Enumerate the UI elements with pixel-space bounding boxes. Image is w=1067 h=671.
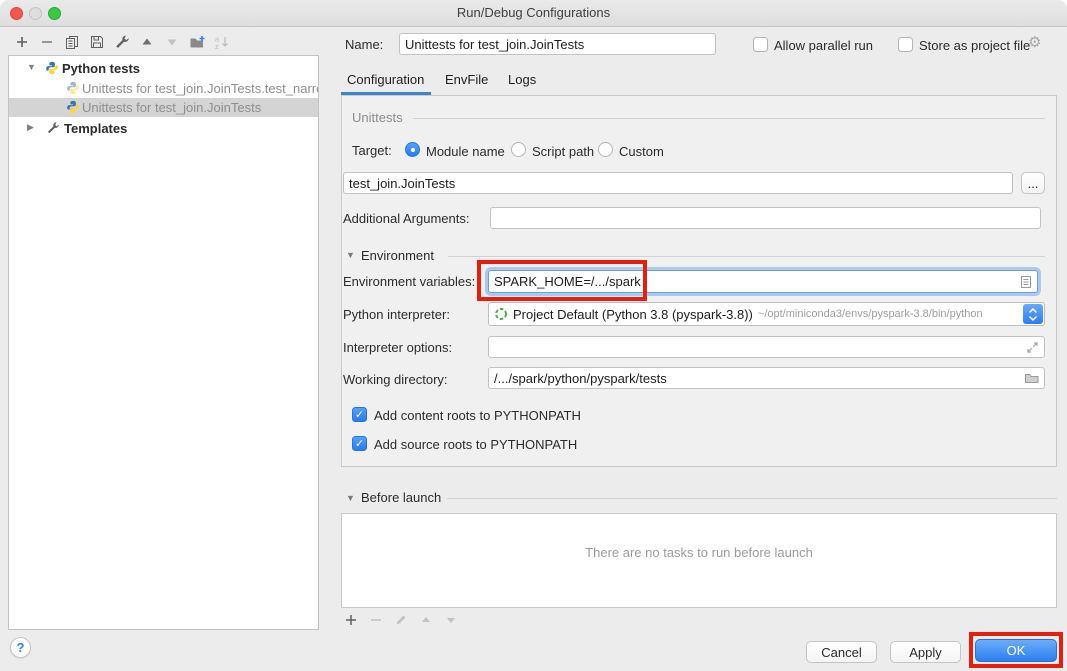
additional-arguments-label: Additional Arguments: [343,211,469,226]
edit-templates-icon[interactable] [114,34,130,50]
tree-item-templates[interactable]: ▶ Templates [9,119,318,138]
add-configuration-icon[interactable] [14,34,30,50]
working-directory-field[interactable] [488,367,1045,389]
python-interpreter-path: ~/opt/miniconda3/envs/pyspark-3.8/bin/py… [758,308,983,320]
tab-envfile[interactable]: EnvFile [445,72,488,87]
browse-module-button[interactable]: ... [1021,172,1045,194]
before-launch-section-label: Before launch [361,490,441,505]
ok-button[interactable]: OK [975,639,1057,662]
tree-item-label: Unittests for test_join.JoinTests.test_n… [82,81,318,96]
python-icon [66,81,80,95]
target-label: Target: [352,143,392,158]
python-interpreter-value: Project Default (Python 3.8 (pyspark-3.8… [513,307,753,322]
before-launch-empty-text: There are no tasks to run before launch [342,545,1056,560]
tab-configuration[interactable]: Configuration [347,72,424,87]
target-module-name-radio[interactable] [405,142,420,157]
window-title: Run/Debug Configurations [0,0,1067,26]
python-icon [66,100,80,114]
store-as-project-file-label: Store as project file [919,38,1030,53]
before-launch-collapse-icon[interactable]: ▼ [346,493,355,503]
allow-parallel-run-label: Allow parallel run [774,38,873,53]
python-icon [45,61,59,75]
add-source-roots-checkbox[interactable]: ✓ [352,436,367,451]
target-custom-radio[interactable] [598,142,613,157]
copy-configuration-icon[interactable] [64,34,80,50]
target-script-path-label: Script path [532,144,594,159]
tree-item-unittests-test-narrow[interactable]: Unittests for test_join.JoinTests.test_n… [9,79,318,98]
close-window-icon[interactable] [10,7,23,20]
environment-section-label: Environment [361,248,434,263]
tree-item-label: Unittests for test_join.JoinTests [82,100,261,115]
additional-arguments-field[interactable] [490,207,1041,229]
environment-variables-field[interactable] [488,270,1038,293]
store-as-project-file-checkbox[interactable] [898,37,913,52]
name-input[interactable] [405,37,710,52]
tree-item-label: Python tests [62,61,140,76]
allow-parallel-run-checkbox[interactable] [753,37,768,52]
configurations-toolbar: az [14,34,230,50]
section-divider [447,498,1057,499]
module-name-input[interactable] [349,176,1007,191]
target-custom-label: Custom [619,144,664,159]
svg-text:z: z [215,42,219,50]
edit-task-icon [393,612,409,628]
gear-icon[interactable]: ⚙ [1028,33,1041,51]
interpreter-options-field[interactable] [488,336,1045,358]
remove-task-icon [368,612,384,628]
cancel-button[interactable]: Cancel [806,641,877,663]
python-interpreter-select[interactable]: Project Default (Python 3.8 (pyspark-3.8… [488,302,1045,326]
target-module-name-label: Module name [426,144,505,159]
section-divider [413,118,1045,119]
add-content-roots-label: Add content roots to PYTHONPATH [374,408,581,423]
module-name-field[interactable] [343,172,1013,194]
run-debug-configurations-dialog: Run/Debug Configurations az ▼ [0,0,1067,671]
new-folder-icon[interactable] [189,34,205,50]
wrench-icon [46,121,60,135]
add-task-icon[interactable] [343,612,359,628]
minimize-window-icon [29,7,42,20]
target-script-path-radio[interactable] [511,142,526,157]
additional-arguments-input[interactable] [496,211,1035,226]
sort-configurations-icon: az [214,34,230,50]
environment-collapse-icon[interactable]: ▼ [346,250,355,260]
interpreter-env-icon [494,307,508,321]
move-task-up-icon [418,612,434,628]
tree-item-unittests-jointests[interactable]: Unittests for test_join.JoinTests [9,98,318,117]
before-launch-task-list[interactable]: There are no tasks to run before launch [341,513,1057,608]
title-bar: Run/Debug Configurations [0,0,1067,27]
python-interpreter-label: Python interpreter: [343,307,450,322]
move-up-icon[interactable] [139,34,155,50]
combo-stepper-icon[interactable] [1023,304,1043,324]
tree-item-label: Templates [64,121,127,136]
section-divider [448,256,1045,257]
name-field[interactable] [399,33,716,55]
expand-icon[interactable] [1026,341,1039,354]
add-source-roots-label: Add source roots to PYTHONPATH [374,437,577,452]
working-directory-label: Working directory: [343,372,448,387]
configurations-tree: ▼ Python tests Unittests for test_join.J… [8,55,319,630]
unittests-section-label: Unittests [352,110,403,125]
tree-item-python-tests[interactable]: ▼ Python tests [9,59,318,78]
remove-configuration-icon[interactable] [39,34,55,50]
folder-icon[interactable] [1024,372,1039,384]
working-directory-input[interactable] [494,371,1020,386]
before-launch-toolbar [343,612,459,628]
tab-logs[interactable]: Logs [508,72,536,87]
add-content-roots-checkbox[interactable]: ✓ [352,407,367,422]
interpreter-options-input[interactable] [494,340,1022,355]
help-button[interactable]: ? [10,637,31,658]
name-label: Name: [345,37,383,52]
apply-button[interactable]: Apply [890,641,961,663]
move-down-icon [164,34,180,50]
list-icon[interactable] [1020,275,1032,289]
interpreter-options-label: Interpreter options: [343,340,452,355]
zoom-window-icon[interactable] [48,7,61,20]
save-configuration-icon[interactable] [89,34,105,50]
environment-variables-label: Environment variables: [343,274,475,289]
move-task-down-icon [443,612,459,628]
environment-variables-input[interactable] [494,274,1016,289]
chevron-right-icon[interactable]: ▶ [27,122,34,133]
chevron-down-icon[interactable]: ▼ [27,62,36,72]
